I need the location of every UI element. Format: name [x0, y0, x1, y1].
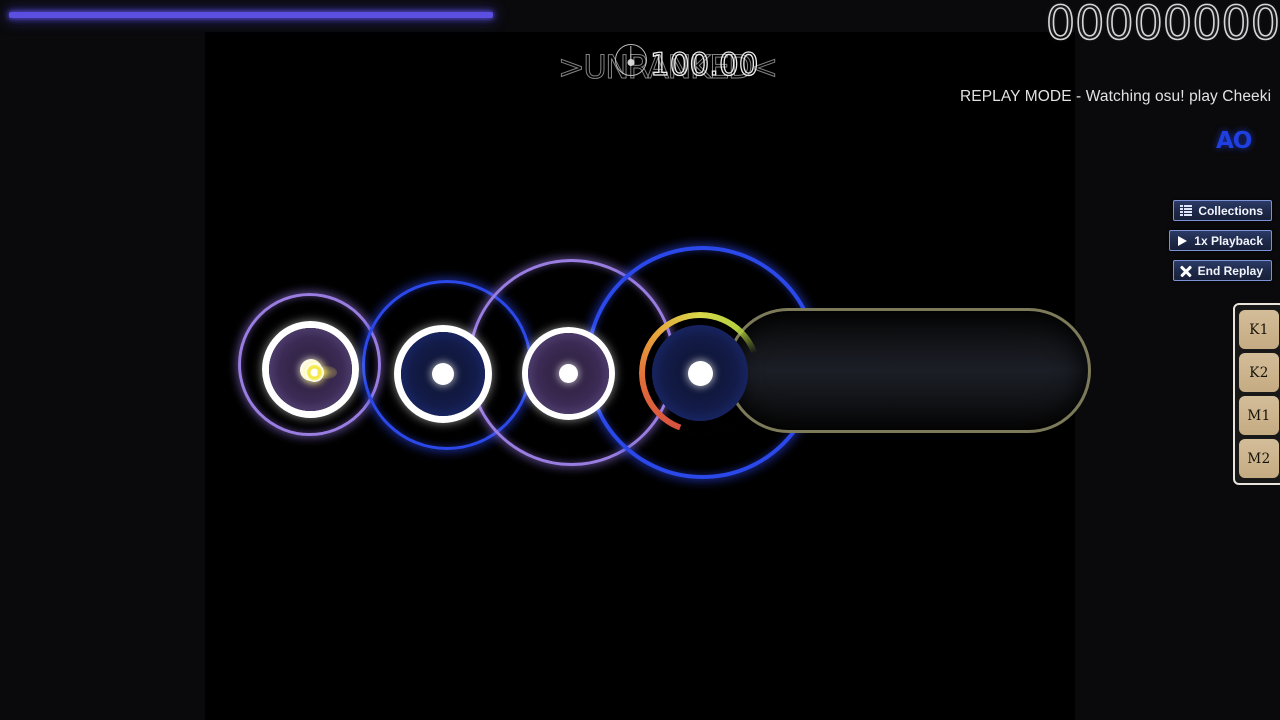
key-m1[interactable]: M1	[1238, 395, 1280, 436]
key-k2[interactable]: K2	[1238, 352, 1280, 393]
end-replay-label: End Replay	[1197, 263, 1263, 278]
playfield[interactable]	[205, 32, 1091, 720]
hitcircle-center-dot	[687, 360, 713, 386]
accuracy-display: 100.00	[649, 46, 759, 83]
game-cursor	[305, 363, 324, 382]
key-m2[interactable]: M2	[1238, 438, 1280, 479]
replay-mode-banner: REPLAY MODE - Watching osu! play Cheeki	[960, 88, 1272, 105]
score-display: 00000000	[1045, 0, 1280, 51]
health-bar	[9, 10, 493, 20]
collections-button-label: Collections	[1198, 203, 1263, 218]
collections-button[interactable]: Collections	[1173, 200, 1272, 221]
playback-speed-button[interactable]: 1x Playback	[1169, 230, 1272, 251]
playback-speed-label: 1x Playback	[1194, 233, 1263, 248]
slider-head-4[interactable]	[650, 323, 750, 423]
health-bar-fill	[9, 12, 493, 18]
key-overlay: K1 K2 M1 M2	[1233, 303, 1280, 485]
hitcircle-center-dot	[432, 363, 454, 385]
end-replay-button[interactable]: End Replay	[1172, 260, 1272, 281]
hitcircle-center-dot	[559, 364, 578, 383]
mods-display: AO	[1216, 128, 1252, 154]
spinner-icon	[615, 44, 647, 76]
play-icon	[1175, 234, 1189, 248]
slider-body[interactable]	[726, 308, 1091, 433]
close-icon	[1179, 264, 1193, 278]
hitcircle-2[interactable]	[394, 325, 492, 423]
key-k1[interactable]: K1	[1238, 309, 1280, 350]
osu-game-screen: 00000000 >UNRANKED< 100.00 REPLAY MODE -…	[0, 0, 1280, 720]
list-icon	[1179, 204, 1193, 218]
hitcircle-3[interactable]	[522, 327, 615, 420]
